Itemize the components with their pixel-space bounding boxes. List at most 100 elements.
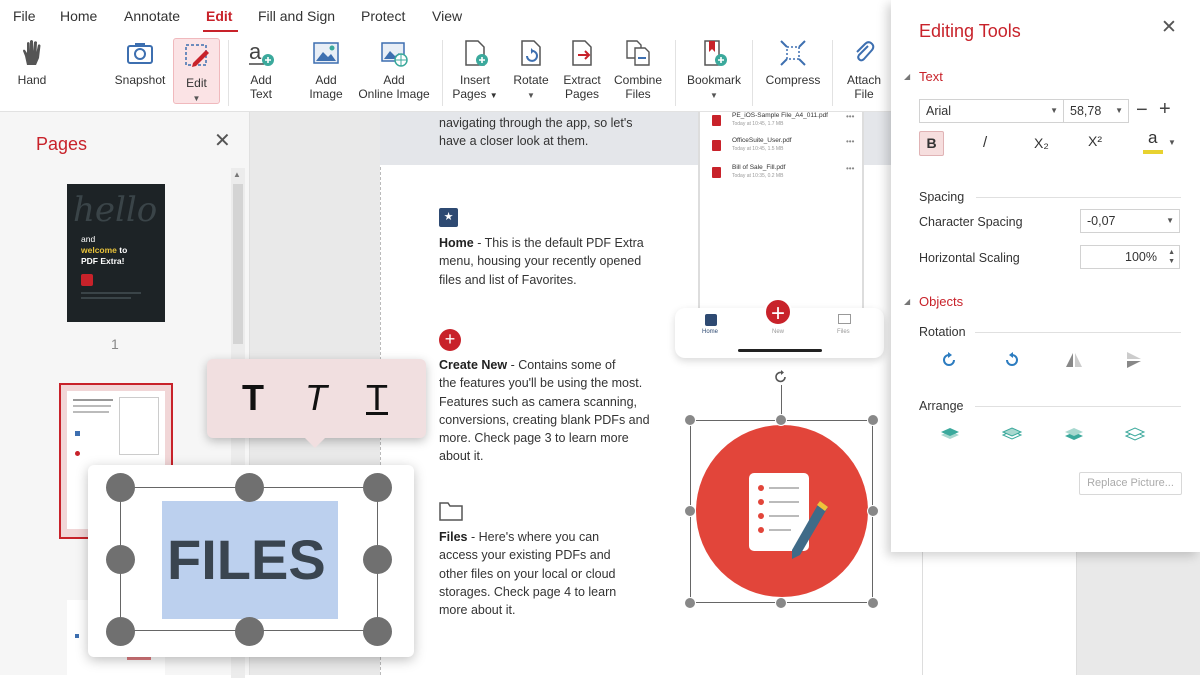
character-spacing-dropdown[interactable]: -0,07 ▼ [1080, 209, 1180, 233]
menu-annotate[interactable]: Annotate [124, 8, 180, 24]
resize-handle[interactable] [867, 414, 879, 426]
compress-button[interactable]: Compress [764, 38, 822, 87]
chevron-down-icon: ▼ [1166, 216, 1174, 225]
new-button: + [764, 298, 792, 327]
home-icon: ★ [439, 208, 458, 227]
combine-files-button[interactable]: Combine Files [612, 38, 664, 101]
edit-text-icon [184, 44, 209, 67]
italic-toggle[interactable]: / [983, 134, 987, 151]
extract-pages-button[interactable]: Extract Pages [560, 38, 604, 101]
add-online-image-button[interactable]: Add Online Image [356, 38, 432, 101]
divider [675, 40, 676, 106]
send-to-back-icon[interactable] [1124, 423, 1146, 445]
resize-handle[interactable] [106, 545, 135, 574]
page-thumbnail-1[interactable]: hello and welcome to PDF Extra! [67, 184, 165, 322]
rotate-button[interactable]: Rotate ▼ [510, 38, 552, 103]
menu-file[interactable]: File [13, 8, 36, 24]
objects-section-header[interactable]: Objects [919, 294, 963, 309]
combine-files-icon [626, 40, 650, 66]
insert-page-icon [465, 40, 488, 66]
resize-handle[interactable] [867, 597, 879, 609]
logo-icon [81, 274, 93, 286]
decrease-font-icon[interactable]: − [1136, 99, 1148, 122]
menu-protect[interactable]: Protect [361, 8, 405, 24]
stepper-arrows-icon[interactable]: ▲ ▼ [1168, 248, 1175, 266]
panel-title: Editing Tools [919, 21, 1021, 41]
chevron-down-icon: ▼ [192, 94, 201, 103]
text-section-header[interactable]: Text [919, 69, 943, 84]
underline-button[interactable]: T [366, 377, 388, 419]
resize-handle[interactable] [363, 545, 392, 574]
superscript-toggle[interactable]: X² [1088, 133, 1102, 149]
file-row: PE_iOS-Sample File_A4_011.pdf Today at 1… [708, 112, 858, 134]
edit-button[interactable]: Edit ▼ [173, 38, 220, 104]
bookmark-icon [704, 40, 727, 66]
resize-handle[interactable] [235, 473, 264, 502]
add-image-button[interactable]: Add Image [304, 38, 348, 101]
pdf-file-icon [712, 167, 721, 178]
horizontal-scaling-label: Horizontal Scaling [919, 251, 1020, 265]
rotate-counterclockwise-icon[interactable] [1001, 349, 1023, 371]
resize-handle[interactable] [684, 597, 696, 609]
thumbnail-line [81, 297, 131, 299]
send-backward-icon[interactable] [1063, 423, 1085, 445]
chevron-down-icon: ▼ [1050, 106, 1058, 115]
resize-handle[interactable] [684, 414, 696, 426]
insert-pages-button[interactable]: Insert Pages ▼ [452, 38, 498, 103]
app-logo-image[interactable] [696, 425, 868, 597]
image-icon [313, 42, 339, 64]
attach-file-button[interactable]: Attach File [842, 38, 886, 101]
more-icon: ••• [846, 137, 855, 146]
resize-handle[interactable] [235, 617, 264, 646]
menu-edit[interactable]: Edit [206, 8, 232, 24]
text-color-button[interactable]: a [1148, 128, 1157, 148]
paperclip-icon [856, 41, 875, 62]
resize-handle[interactable] [106, 617, 135, 646]
thumbnail-bullet [75, 634, 79, 638]
thumbnail-line [73, 405, 111, 407]
close-icon[interactable]: ✕ [214, 128, 231, 153]
collapse-icon[interactable]: ◢ [904, 72, 910, 81]
bring-forward-icon[interactable] [1001, 423, 1023, 445]
resize-handle[interactable] [363, 473, 392, 502]
hand-button[interactable]: Hand [10, 38, 54, 87]
horizontal-scaling-stepper[interactable]: 100% ▲ ▼ [1080, 245, 1180, 269]
flip-vertical-icon[interactable] [1123, 349, 1145, 371]
menu-home[interactable]: Home [60, 8, 97, 24]
bookmark-button[interactable]: Bookmark ▼ [686, 38, 742, 103]
italic-button[interactable]: T [305, 377, 327, 419]
list-bullet [758, 485, 764, 491]
selected-text[interactable]: FILES [167, 527, 326, 592]
menu-fill-and-sign[interactable]: Fill and Sign [258, 8, 335, 24]
resize-handle[interactable] [775, 597, 787, 609]
resize-handle[interactable] [684, 505, 696, 517]
collapse-icon[interactable]: ◢ [904, 297, 910, 306]
resize-handle[interactable] [775, 414, 787, 426]
bold-button[interactable]: T [242, 377, 264, 419]
increase-font-icon[interactable]: + [1159, 98, 1171, 121]
add-text-button[interactable]: a Add Text [240, 38, 282, 101]
chevron-down-icon[interactable]: ▼ [1168, 138, 1176, 147]
subscript-toggle[interactable]: X₂ [1034, 135, 1049, 151]
flip-horizontal-icon[interactable] [1063, 349, 1085, 371]
rotation-heading: Rotation [919, 325, 966, 339]
scroll-up-icon[interactable]: ▲ [233, 170, 241, 179]
bold-toggle[interactable]: B [919, 131, 944, 156]
online-image-icon [381, 42, 408, 67]
font-family-dropdown[interactable]: Arial ▼ [919, 99, 1064, 123]
snapshot-button[interactable]: Snapshot [112, 38, 168, 87]
close-icon[interactable]: ✕ [1161, 16, 1177, 39]
pages-scrollbar-thumb[interactable] [233, 184, 243, 344]
menu-view[interactable]: View [432, 8, 462, 24]
replace-picture-button[interactable]: Replace Picture... [1079, 472, 1182, 495]
active-tab-indicator [203, 30, 238, 32]
next-page-edge [922, 552, 1077, 675]
resize-handle[interactable] [363, 617, 392, 646]
resize-handle[interactable] [106, 473, 135, 502]
rotate-clockwise-icon[interactable] [938, 349, 960, 371]
resize-handle[interactable] [867, 505, 879, 517]
rotate-handle-icon[interactable] [773, 369, 789, 385]
font-size-dropdown[interactable]: 58,78 ▼ [1063, 99, 1129, 123]
divider [752, 40, 753, 106]
bring-to-front-icon[interactable] [939, 423, 961, 445]
